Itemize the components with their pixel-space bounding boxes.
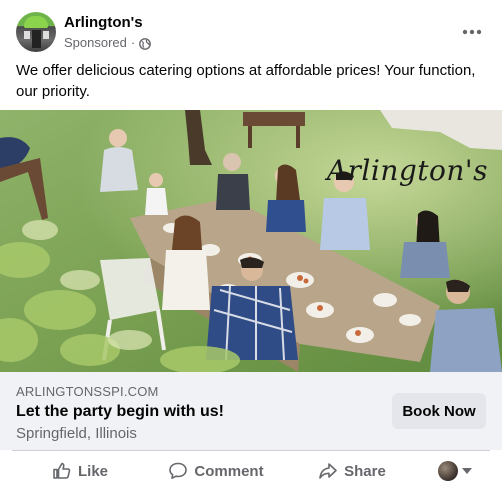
separator: · (130, 35, 136, 50)
ad-image[interactable]: Arlington's (0, 110, 502, 372)
globe-icon (139, 37, 152, 50)
audience-selector[interactable] (420, 453, 490, 489)
sponsored-label[interactable]: Sponsored (64, 34, 127, 51)
comment-icon (169, 462, 188, 479)
more-options-icon[interactable] (458, 18, 486, 46)
sponsored-post: Arlington's Sponsored · We offer delicio… (0, 0, 502, 494)
garden-party-photo (0, 110, 502, 372)
page-name[interactable]: Arlington's (64, 13, 151, 32)
like-icon (53, 462, 71, 479)
book-now-button[interactable]: Book Now (392, 393, 486, 429)
post-actions: Like Comment Share (12, 452, 490, 490)
link-location: Springfield, Illinois (16, 425, 137, 442)
share-label: Share (344, 462, 386, 480)
viewer-avatar (438, 461, 458, 481)
dropdown-caret-icon (462, 468, 472, 474)
post-header: Arlington's Sponsored · (16, 12, 486, 52)
image-brand-text: Arlington's (326, 154, 488, 187)
share-button[interactable]: Share (284, 453, 420, 489)
actions-divider (12, 450, 490, 451)
page-avatar[interactable] (16, 12, 56, 52)
comment-label: Comment (194, 462, 264, 480)
like-label: Like (77, 462, 108, 480)
link-preview[interactable]: ARLINGTONSSPI.COM Let the party begin wi… (0, 372, 502, 450)
link-domain: ARLINGTONSSPI.COM (16, 384, 159, 399)
post-meta: Arlington's Sponsored · (64, 13, 152, 51)
like-button[interactable]: Like (12, 453, 148, 489)
post-text: We offer delicious catering options at a… (16, 62, 476, 100)
sponsored-row: Sponsored · (64, 34, 152, 51)
share-icon (319, 463, 337, 479)
link-headline: Let the party begin with us! (16, 403, 225, 420)
comment-button[interactable]: Comment (148, 453, 284, 489)
